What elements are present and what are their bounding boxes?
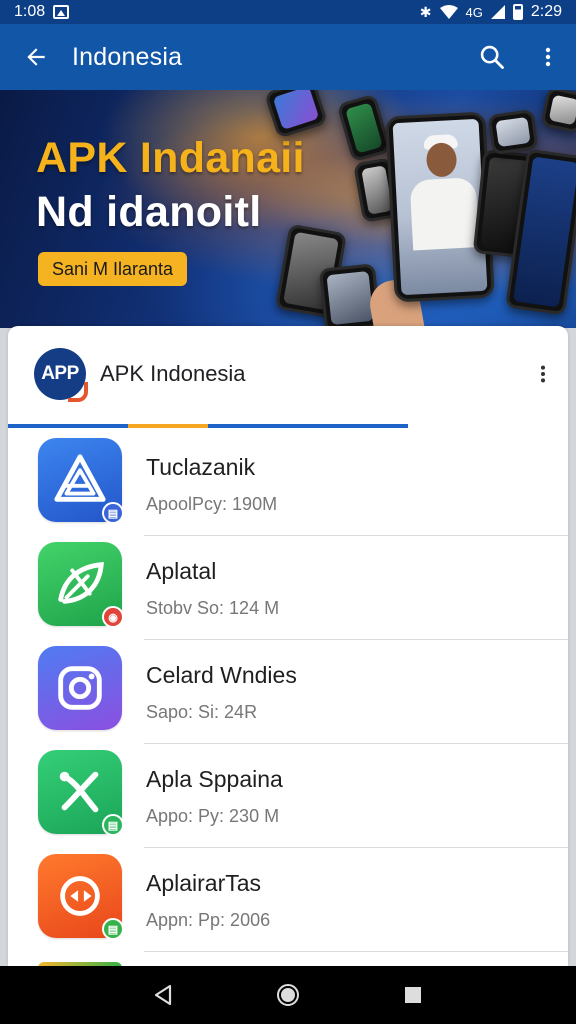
triangle-logo-icon: ▤ <box>38 438 124 524</box>
nav-back-button[interactable] <box>133 966 193 1024</box>
app-meta: Appn: Pp: 2006 <box>146 910 271 930</box>
app-name: AplairarTas <box>146 870 262 896</box>
divider <box>144 951 568 952</box>
app-name: Aplatal <box>146 558 217 584</box>
app-meta: Stobv So: 124 M <box>146 598 280 618</box>
bird-logo-icon: ▤ <box>38 854 124 940</box>
app-badge: ◉ <box>102 606 124 628</box>
page-title: Indonesia <box>72 42 183 71</box>
list-item[interactable]: ▤ Apla Sppaina Appo: Py: 230 M <box>8 744 568 848</box>
person-body <box>409 177 480 251</box>
nav-home-icon <box>276 984 299 1006</box>
banner-cta-button[interactable]: Sani M Ilaranta <box>38 252 188 286</box>
nav-recents-icon <box>405 987 422 1003</box>
back-button[interactable] <box>0 24 72 90</box>
leaf-logo-icon: ◉ <box>38 542 124 628</box>
app-logo: APP <box>34 348 88 402</box>
nav-home-button[interactable] <box>258 966 318 1024</box>
battery-icon <box>512 4 523 20</box>
app-meta: ApoolPcy: 190M <box>146 494 278 514</box>
banner-phone-image <box>263 90 329 139</box>
list-item[interactable]: ▤ AplairarTas Appn: Pp: 2006 <box>8 848 568 952</box>
more-options-button[interactable] <box>520 24 576 90</box>
camera-logo-icon <box>38 646 122 730</box>
list-item[interactable]: ▤ Tuclazanik ApoolPcy: 190M <box>8 432 568 536</box>
card-more-button[interactable] <box>518 349 568 399</box>
banner-phone-image <box>487 108 539 156</box>
list-item[interactable]: ◉ Aplatal Stobv So: 124 M <box>8 536 568 640</box>
vibrate-icon: ✱ <box>419 4 432 20</box>
status-clock: 2:29 <box>530 3 562 20</box>
app-meta: Appo: Py: 230 M <box>146 806 280 826</box>
app-name: Celard Wndies <box>146 662 297 688</box>
more-vert-icon <box>545 47 551 67</box>
app-bar: Indonesia <box>0 24 576 90</box>
search-button[interactable] <box>464 24 520 90</box>
app-name: Tuclazanik <box>146 454 256 480</box>
header-accent-line <box>8 424 408 428</box>
network-type: 4G <box>465 4 483 20</box>
card-title: APK Indonesia <box>100 361 246 386</box>
status-bar: 1:08 ✱ 4G 2:29 <box>0 0 576 24</box>
app-badge: ▤ <box>102 814 124 836</box>
promo-banner[interactable]: APK Indanaii Nd idanoitl Sani M Ilaranta <box>0 90 576 328</box>
app-badge: ▤ <box>102 918 124 940</box>
more-vert-icon <box>540 365 546 383</box>
card-header: APP APK Indonesia <box>8 326 568 422</box>
scissors-logo-icon: ▤ <box>38 750 124 836</box>
search-icon <box>480 45 504 69</box>
app-name: Apla Sppaina <box>146 766 283 792</box>
cell-signal-icon <box>490 5 505 19</box>
screen: 1:08 ✱ 4G 2:29 Indonesia APK Indanaii Nd… <box>0 0 576 1024</box>
list-item[interactable]: Celard Wndies Sapo: Si: 24R <box>8 640 568 744</box>
app-badge: ▤ <box>102 502 124 524</box>
status-time: 1:08 <box>14 3 46 20</box>
banner-title-line1: APK Indanaii <box>36 134 305 182</box>
nav-recents-button[interactable] <box>383 966 443 1024</box>
banner-title-line2: Nd idanoitl <box>36 188 262 236</box>
status-left: 1:08 <box>14 3 70 21</box>
wifi-icon <box>439 5 458 19</box>
system-nav-bar <box>0 966 576 1024</box>
arrow-left-icon <box>27 48 45 66</box>
app-meta: Sapo: Si: 24R <box>146 702 258 722</box>
nav-back-icon <box>154 984 171 1006</box>
app-list: ▤ Tuclazanik ApoolPcy: 190M ◉ Aplatal St <box>8 432 568 952</box>
gallery-notification-icon <box>53 5 70 19</box>
banner-phone-image <box>336 93 392 163</box>
apps-card: APP APK Indonesia ▤ Tuclazanik ApoolPcy:… <box>8 326 568 966</box>
status-right: ✱ 4G 2:29 <box>420 3 562 21</box>
banner-phone-image <box>540 90 576 134</box>
